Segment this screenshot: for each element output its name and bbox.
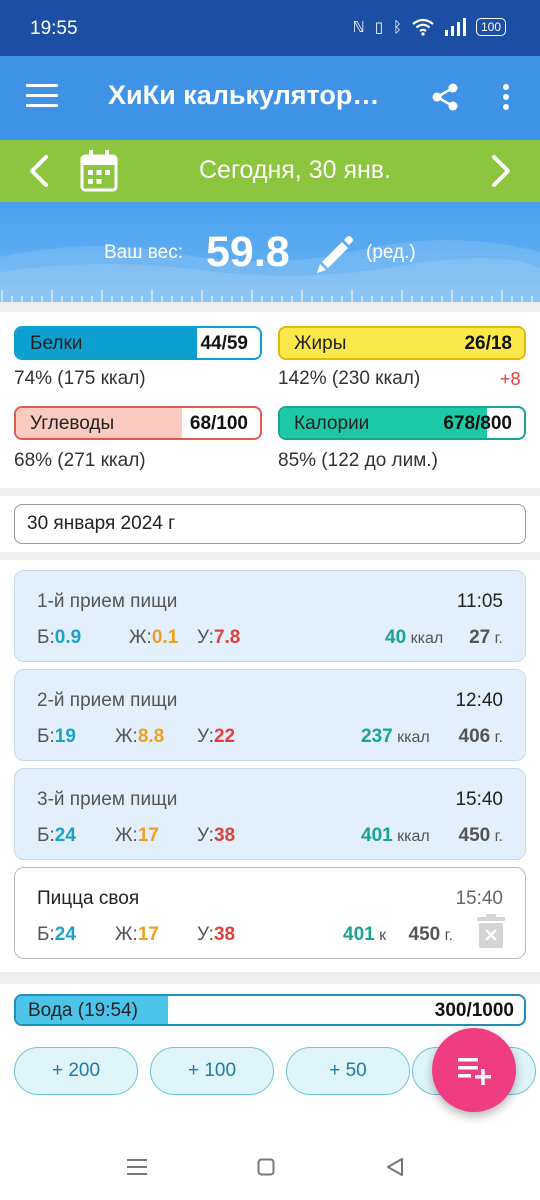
food-grams: 450 г. [408, 924, 453, 945]
fat-label: Жиры [294, 333, 347, 354]
meal-card[interactable]: 2-й прием пищи 12:40 Б:19 Ж:8.8 У:22 237… [14, 669, 526, 761]
food-name: Пицца своя [37, 888, 140, 909]
meal-name: 1-й прием пищи [37, 591, 178, 612]
fat-percent: 142% (230 ккал) [278, 368, 421, 389]
bluetooth-icon: ᛒ [392, 18, 402, 36]
carbs-percent: 68% (271 ккал) [14, 450, 146, 471]
vibrate-icon: ▯ [374, 18, 383, 36]
calories-percent: 85% (122 до лим.) [278, 450, 438, 471]
date-bar: Сегодня, 30 янв. [0, 140, 540, 202]
trash-icon[interactable] [477, 914, 505, 948]
fat-excess: +8 [500, 369, 521, 389]
current-date[interactable]: Сегодня, 30 янв. [0, 156, 540, 185]
weight-label: Ваш вес: [104, 242, 183, 263]
fat-bar: Жиры 26/18 [278, 326, 526, 360]
divider [0, 972, 540, 984]
food-time: 15:40 [455, 888, 503, 909]
protein-label: Белки [30, 333, 83, 354]
food-carbs: У:38 [197, 924, 236, 945]
meal-card[interactable]: 3-й прием пищи 15:40 Б:24 Ж:17 У:38 401 … [14, 768, 526, 860]
calories-bar: Калории 678/800 [278, 406, 526, 440]
add-water-50-button[interactable]: + 50 [286, 1047, 410, 1095]
date-field-value: 30 января 2024 г [27, 513, 176, 534]
protein-value: 44/59 [200, 333, 248, 354]
add-water-100-button[interactable]: + 100 [150, 1047, 274, 1095]
water-bar: Вода (19:54) 300/1000 [14, 994, 526, 1026]
meal-grams: 450 г. [458, 825, 503, 846]
fat-value: 26/18 [464, 333, 512, 354]
add-water-200-button[interactable]: + 200 [14, 1047, 138, 1095]
meal-grams: 406 г. [458, 726, 503, 747]
food-protein: Б:24 [37, 924, 76, 945]
battery-icon: 100 [475, 18, 506, 36]
meal-time: 12:40 [455, 690, 503, 711]
protein-bar: Белки 44/59 [14, 326, 262, 360]
food-fat: Ж:17 [115, 924, 159, 945]
food-item-card[interactable]: Пицца своя 15:40 Б:24 Ж:17 У:38 401 к 45… [14, 867, 526, 959]
recent-apps-icon[interactable] [126, 1158, 148, 1176]
meal-protein: Б:24 [37, 825, 76, 846]
meal-card[interactable]: 1-й прием пищи 11:05 Б:0.9 Ж:0.1 У:7.8 4… [14, 570, 526, 662]
app-bar: ХиКи калькулятор… [0, 56, 540, 140]
signal-icon [444, 18, 466, 36]
meal-protein: Б:0.9 [37, 627, 82, 648]
carbs-label: Углеводы [30, 413, 115, 434]
divider [0, 552, 540, 560]
protein-percent: 74% (175 ккал) [14, 368, 146, 389]
meal-kcal: 40 ккал [385, 627, 444, 648]
meal-carbs: У:22 [197, 726, 236, 747]
meal-time: 11:05 [456, 591, 503, 612]
meal-carbs: У:7.8 [197, 627, 241, 648]
nfc-icon: ℕ [352, 18, 365, 36]
meal-kcal: 237 ккал [361, 726, 430, 747]
wifi-icon [412, 18, 434, 36]
divider [0, 488, 540, 496]
weight-value: 59.8 [206, 228, 290, 276]
meal-fat: Ж:8.8 [115, 726, 165, 747]
add-meal-fab[interactable] [432, 1028, 516, 1112]
weight-ruler [1, 290, 533, 302]
nutrients-card: Белки 44/59 74% (175 ккал) Жиры 26/18 14… [0, 312, 540, 488]
meal-name: 3-й прием пищи [37, 789, 178, 810]
add-list-icon [458, 1058, 491, 1085]
water-value: 300/1000 [434, 1000, 514, 1021]
hamburger-icon[interactable] [26, 84, 58, 110]
date-field[interactable]: 30 января 2024 г [14, 504, 526, 544]
divider [0, 302, 540, 312]
chevron-right-icon[interactable] [488, 154, 514, 188]
home-icon[interactable] [257, 1158, 275, 1176]
meal-protein: Б:19 [37, 726, 76, 747]
pencil-icon[interactable] [314, 232, 356, 274]
calories-value: 678/800 [443, 413, 512, 434]
weight-edit-label[interactable]: (ред.) [366, 242, 416, 264]
system-nav-bar [0, 1134, 540, 1200]
back-icon[interactable] [386, 1157, 404, 1177]
meal-time: 15:40 [455, 789, 503, 810]
meal-fat: Ж:17 [115, 825, 159, 846]
status-bar: 19:55 ℕ ▯ ᛒ 100 [0, 0, 540, 56]
status-time: 19:55 [30, 18, 78, 39]
share-icon[interactable] [430, 82, 460, 112]
carbs-value: 68/100 [189, 413, 248, 434]
weight-panel[interactable]: Ваш вес: 59.8 (ред.) [0, 202, 540, 302]
water-label: Вода (19:54) [28, 1000, 138, 1021]
meal-kcal: 401 ккал [361, 825, 430, 846]
meal-name: 2-й прием пищи [37, 690, 178, 711]
meal-fat: Ж:0.1 [129, 627, 179, 648]
status-icons: ℕ ▯ ᛒ 100 [353, 18, 506, 36]
more-vert-icon[interactable] [494, 82, 518, 112]
meal-carbs: У:38 [197, 825, 236, 846]
app-title: ХиКи калькулятор… [108, 80, 380, 110]
carbs-bar: Углеводы 68/100 [14, 406, 262, 440]
calories-label: Калории [294, 413, 370, 434]
food-kcal: 401 к [343, 924, 387, 945]
meal-grams: 27 г. [469, 627, 503, 648]
